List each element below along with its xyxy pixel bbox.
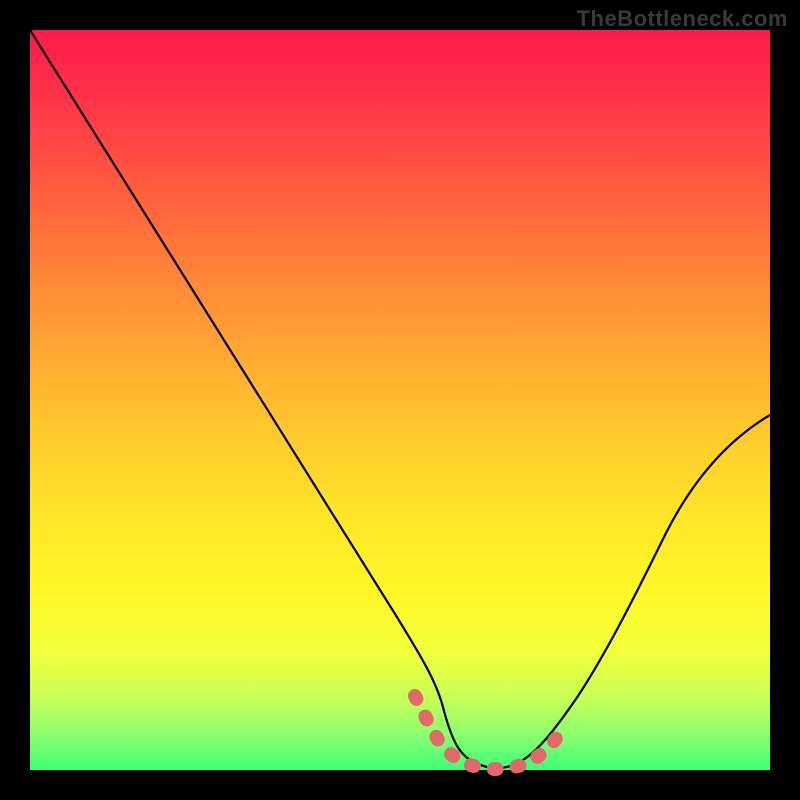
watermark-text: TheBottleneck.com	[577, 6, 788, 32]
chart-stage: TheBottleneck.com	[0, 0, 800, 800]
plot-area	[30, 30, 770, 770]
curve-layer	[30, 30, 770, 770]
optimal-range-highlight	[415, 696, 563, 769]
bottleneck-curve-path	[30, 30, 770, 768]
